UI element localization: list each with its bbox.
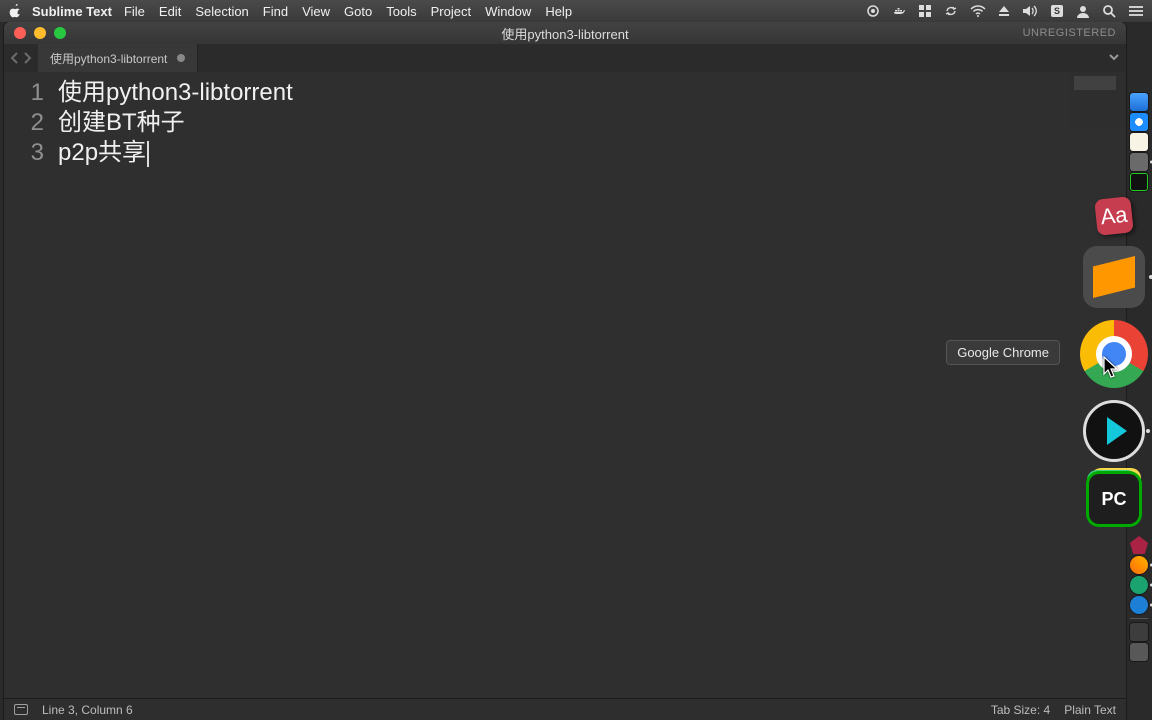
dock-item-trash[interactable] <box>1130 643 1148 661</box>
menu-help[interactable]: Help <box>545 4 572 19</box>
tab-overflow-icon[interactable] <box>1108 50 1120 68</box>
mouse-cursor-icon <box>1103 356 1121 380</box>
menu-file[interactable]: File <box>124 4 145 19</box>
sublime-window: 使用python3-libtorrent UNREGISTERED 使用pyth… <box>4 22 1126 720</box>
active-app-name[interactable]: Sublime Text <box>32 4 112 19</box>
menu-window[interactable]: Window <box>485 4 531 19</box>
status-app-s-icon[interactable]: S <box>1050 4 1064 18</box>
dock-item-downloads[interactable] <box>1130 623 1148 641</box>
status-record-icon[interactable] <box>866 4 880 18</box>
code-line: 创建BT种子 <box>58 108 1126 138</box>
code-line: p2p共享 <box>58 138 1126 168</box>
dock-item-notes[interactable] <box>1130 133 1148 151</box>
file-tab[interactable]: 使用python3-libtorrent <box>38 44 198 72</box>
status-wifi-icon[interactable] <box>970 4 986 18</box>
tab-back-icon[interactable] <box>10 52 20 64</box>
code-line: 使用python3-libtorrent <box>58 78 1126 108</box>
status-sync-icon[interactable] <box>944 4 958 18</box>
traffic-lights <box>14 27 66 39</box>
code-content[interactable]: 使用python3-libtorrent 创建BT种子 p2p共享 <box>58 72 1126 698</box>
dock-item-app-a[interactable] <box>1130 536 1148 554</box>
file-tab-label: 使用python3-libtorrent <box>50 50 167 67</box>
status-spotlight-icon[interactable] <box>1102 4 1116 18</box>
editor-area[interactable]: 1 2 3 使用python3-libtorrent 创建BT种子 p2p共享 <box>4 72 1126 698</box>
apple-menu-icon[interactable] <box>8 4 22 18</box>
dock-item-settings[interactable] <box>1130 153 1148 171</box>
status-eject-icon[interactable] <box>998 4 1010 18</box>
menu-view[interactable]: View <box>302 4 330 19</box>
statusbar-position[interactable]: Line 3, Column 6 <box>42 703 133 717</box>
line-number: 1 <box>4 78 44 108</box>
unregistered-label: UNREGISTERED <box>1023 27 1116 39</box>
menu-tools[interactable]: Tools <box>386 4 416 19</box>
dock-item-sublime[interactable] <box>1083 246 1145 308</box>
dictionary-glyph: Aa <box>1099 202 1128 231</box>
dock-item-pycharm[interactable]: PC <box>1089 474 1139 524</box>
tab-nav-arrows <box>4 44 38 72</box>
line-number: 2 <box>4 108 44 138</box>
dock-item-dictionary[interactable]: Aa <box>1094 196 1134 236</box>
macos-menubar: Sublime Text File Edit Selection Find Vi… <box>0 0 1152 22</box>
dock-item-app-b[interactable] <box>1130 556 1148 574</box>
console-toggle-icon[interactable] <box>14 704 28 715</box>
line-number: 3 <box>4 138 44 168</box>
pycharm-glyph: PC <box>1101 489 1126 510</box>
dock-item-video-player[interactable] <box>1083 400 1145 462</box>
dock-tooltip: Google Chrome <box>946 340 1060 365</box>
text-caret <box>147 141 149 167</box>
tab-bar: 使用python3-libtorrent <box>4 44 1126 72</box>
dock-item-finder[interactable] <box>1130 93 1148 111</box>
menu-project[interactable]: Project <box>431 4 471 19</box>
dock-item-app-d[interactable] <box>1130 596 1148 614</box>
window-minimize-button[interactable] <box>34 27 46 39</box>
menu-goto[interactable]: Goto <box>344 4 372 19</box>
status-user-icon[interactable] <box>1076 4 1090 18</box>
menu-edit[interactable]: Edit <box>159 4 181 19</box>
dock-item-safari[interactable] <box>1130 113 1148 131</box>
tab-forward-icon[interactable] <box>22 52 32 64</box>
window-zoom-button[interactable] <box>54 27 66 39</box>
menu-find[interactable]: Find <box>263 4 288 19</box>
menu-selection[interactable]: Selection <box>195 4 248 19</box>
tab-dirty-indicator-icon <box>177 54 185 62</box>
statusbar-syntax[interactable]: Plain Text <box>1064 703 1116 717</box>
svg-text:S: S <box>1054 6 1060 16</box>
window-close-button[interactable] <box>14 27 26 39</box>
macos-dock-tail <box>1126 535 1152 662</box>
status-bar: Line 3, Column 6 Tab Size: 4 Plain Text <box>4 698 1126 720</box>
window-titlebar[interactable]: 使用python3-libtorrent UNREGISTERED <box>4 22 1126 44</box>
dock-separator <box>1130 618 1148 619</box>
line-number-gutter: 1 2 3 <box>4 72 58 698</box>
status-grid-icon[interactable] <box>918 4 932 18</box>
window-title: 使用python3-libtorrent <box>4 24 1126 43</box>
dock-item-app-c[interactable] <box>1130 576 1148 594</box>
status-volume-icon[interactable] <box>1022 4 1038 18</box>
dock-item-terminal[interactable] <box>1130 173 1148 191</box>
statusbar-tabsize[interactable]: Tab Size: 4 <box>991 703 1050 717</box>
status-docker-icon[interactable] <box>892 4 906 18</box>
status-hamburger-icon[interactable] <box>1128 4 1144 18</box>
